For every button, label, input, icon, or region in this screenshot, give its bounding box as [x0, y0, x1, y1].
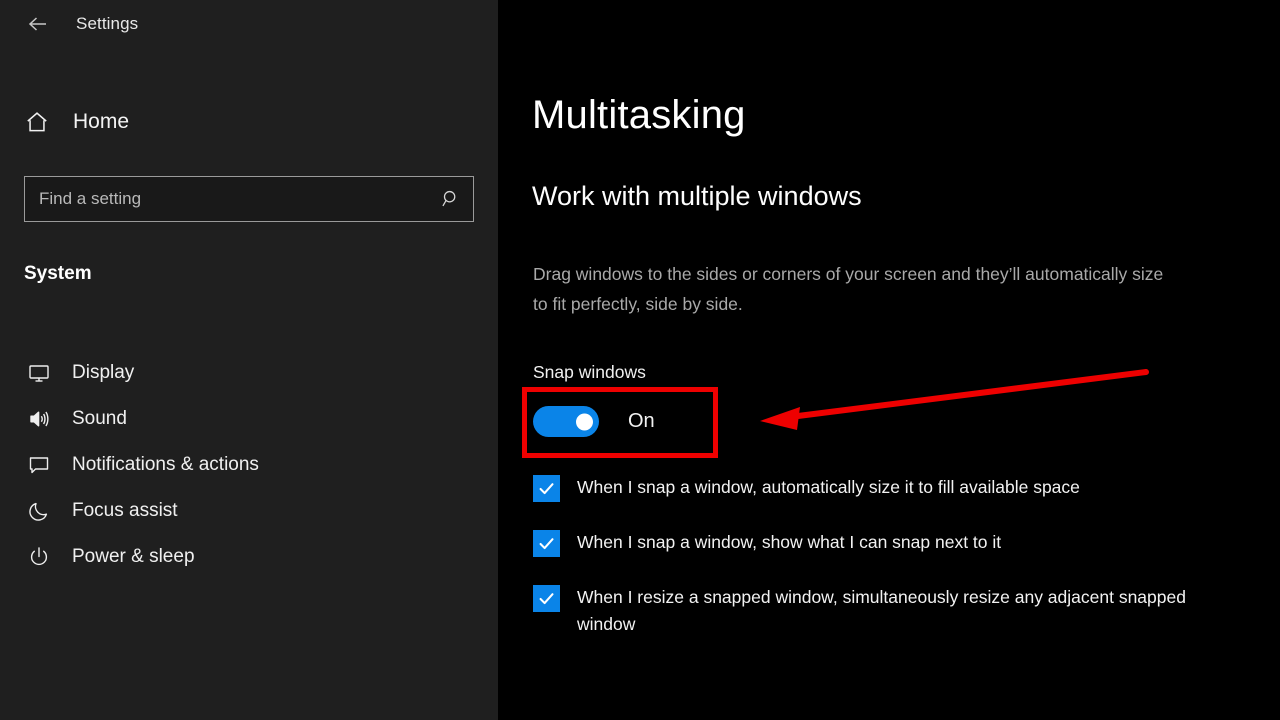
sidebar-item-home[interactable]: Home [0, 100, 498, 144]
sidebar-item-notifications-actions[interactable]: Notifications & actions [0, 442, 498, 488]
checkbox-row-auto-size[interactable]: When I snap a window, automatically size… [533, 474, 1253, 502]
sidebar-home-label: Home [73, 110, 130, 133]
page-title: Multitasking [532, 93, 746, 137]
checkbox-row-simultaneous-resize[interactable]: When I resize a snapped window, simultan… [533, 584, 1253, 638]
sidebar-item-label: Sound [72, 408, 127, 429]
speaker-icon [22, 402, 56, 436]
sidebar-nav: Display Sound Notifications & actions Fo… [0, 350, 498, 580]
sidebar-item-label: Display [72, 362, 135, 383]
sidebar-item-display[interactable]: Display [0, 350, 498, 396]
sidebar: Settings Home System [0, 0, 498, 720]
checkbox-checked-icon[interactable] [533, 530, 560, 557]
checkbox-checked-icon[interactable] [533, 475, 560, 502]
main-content: Multitasking Work with multiple windows … [498, 0, 1280, 720]
section-title: Work with multiple windows [532, 181, 862, 211]
home-icon [12, 109, 62, 135]
sidebar-item-label: Notifications & actions [72, 454, 259, 475]
search-input[interactable] [25, 177, 429, 221]
back-arrow-icon[interactable] [14, 4, 62, 44]
power-icon [22, 540, 56, 574]
app-title: Settings [76, 14, 139, 33]
crescent-moon-icon [22, 494, 56, 528]
checkbox-label: When I snap a window, show what I can sn… [577, 532, 1002, 552]
snap-windows-label: Snap windows [533, 362, 646, 382]
sidebar-item-label: Focus assist [72, 500, 178, 521]
section-description: Drag windows to the sides or corners of … [533, 264, 1164, 314]
search-icon[interactable] [429, 188, 473, 210]
checkbox-row-show-snap-suggestions[interactable]: When I snap a window, show what I can sn… [533, 529, 1253, 557]
snap-options-list: When I snap a window, automatically size… [533, 474, 1253, 665]
checkbox-label: When I resize a snapped window, simultan… [577, 587, 1186, 634]
checkbox-checked-icon[interactable] [533, 585, 560, 612]
search-box[interactable] [24, 176, 474, 222]
checkbox-label: When I snap a window, automatically size… [577, 477, 1080, 497]
speech-bubble-icon [22, 448, 56, 482]
snap-windows-toggle[interactable] [533, 406, 599, 437]
sidebar-item-power-sleep[interactable]: Power & sleep [0, 534, 498, 580]
snap-windows-toggle-state: On [628, 410, 655, 432]
monitor-icon [22, 356, 56, 390]
sidebar-item-focus-assist[interactable]: Focus assist [0, 488, 498, 534]
title-bar: Settings [0, 0, 498, 48]
sidebar-group-title: System [24, 263, 92, 284]
settings-window: Settings Home System [0, 0, 1280, 720]
snap-windows-toggle-row[interactable]: On [533, 406, 655, 437]
toggle-knob [576, 413, 593, 430]
sidebar-item-label: Power & sleep [72, 546, 195, 567]
sidebar-item-sound[interactable]: Sound [0, 396, 498, 442]
